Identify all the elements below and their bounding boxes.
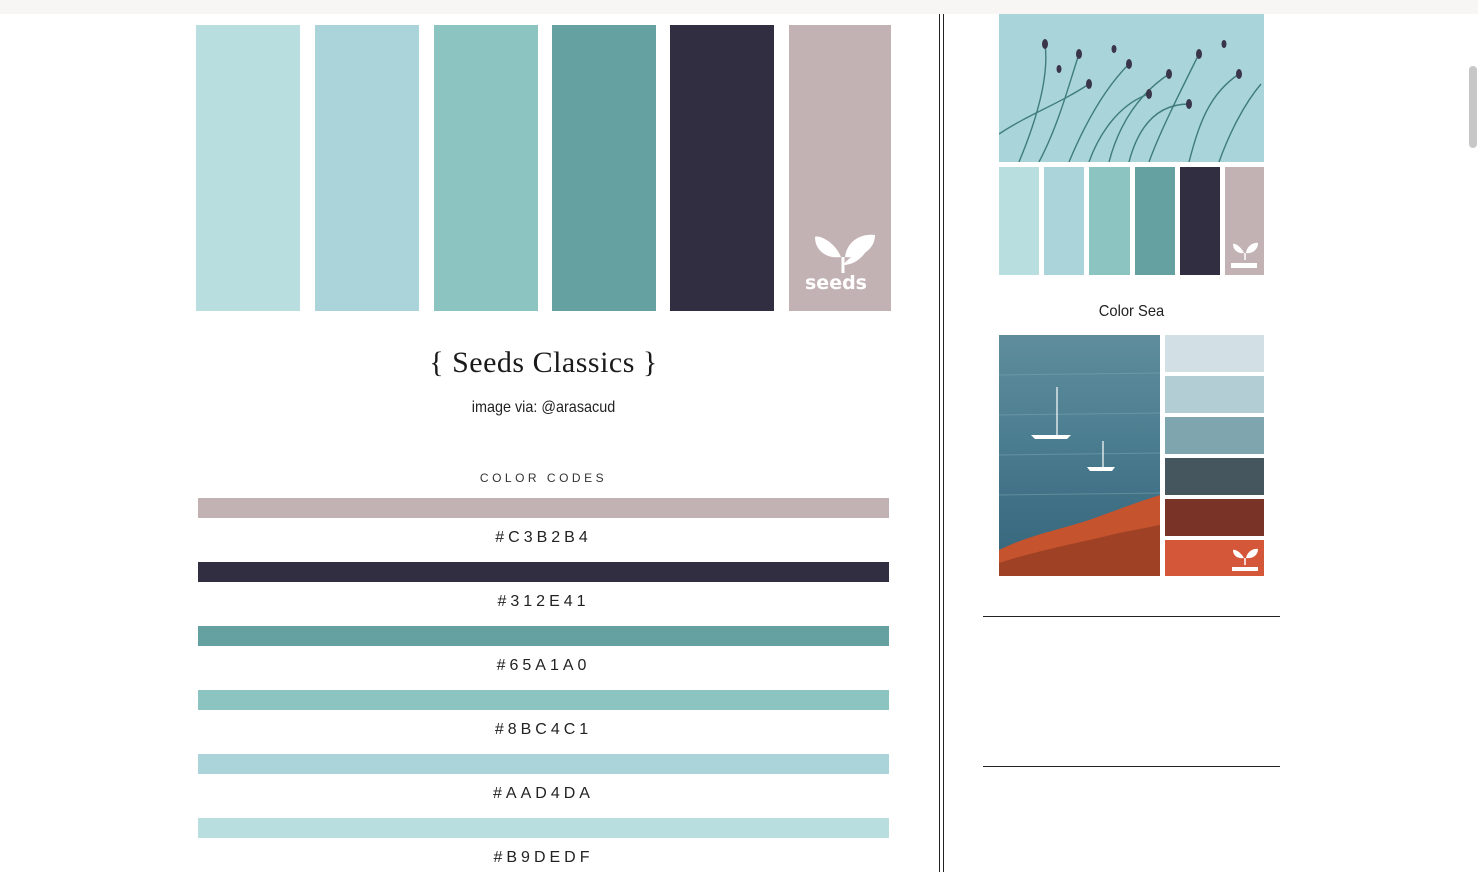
color-code-bar bbox=[198, 818, 889, 838]
mini-swatch bbox=[1089, 167, 1130, 275]
color-code-label: #AAD4DA bbox=[493, 785, 594, 802]
mini-swatch bbox=[1180, 167, 1220, 275]
seeds-logo-text: seeds bbox=[805, 272, 867, 293]
palette-swatch bbox=[434, 25, 538, 311]
post-title: { Seeds Classics } bbox=[429, 346, 658, 379]
sea-illustration bbox=[999, 372, 1160, 576]
sea-photo[interactable] bbox=[999, 335, 1160, 576]
mini-swatch bbox=[1044, 167, 1084, 275]
browser-top-strip bbox=[0, 0, 1478, 14]
palette-swatch bbox=[315, 25, 419, 311]
image-credit[interactable]: image via: @arasacud bbox=[231, 399, 857, 417]
mini-swatch bbox=[999, 167, 1039, 275]
color-code-bar bbox=[198, 690, 889, 710]
seeds-logo: seeds bbox=[805, 234, 875, 293]
color-code-bar bbox=[198, 498, 889, 518]
color-code-label: #C3B2B4 bbox=[495, 529, 592, 546]
palette-image[interactable]: seeds bbox=[196, 25, 891, 311]
color-code-label: #8BC4C1 bbox=[494, 721, 593, 738]
color-code-bar bbox=[198, 754, 889, 774]
palette-swatch bbox=[670, 25, 774, 311]
sea-swatch bbox=[1165, 335, 1264, 372]
sea-swatch bbox=[1165, 376, 1264, 413]
color-code-label: #312E41 bbox=[497, 593, 590, 610]
sidebar-separator bbox=[983, 616, 1280, 617]
palette-swatch: seeds bbox=[789, 25, 891, 311]
palette-swatch bbox=[552, 25, 656, 311]
color-code-bar bbox=[198, 626, 889, 646]
color-code-label: #65A1A0 bbox=[496, 657, 591, 674]
sea-swatch bbox=[1165, 540, 1264, 576]
color-code-label: #B9DEDF bbox=[493, 849, 594, 866]
seeds-mini-logo bbox=[1232, 548, 1258, 571]
color-codes-heading: COLOR CODES bbox=[479, 471, 608, 485]
grass-illustration bbox=[999, 39, 1262, 162]
sea-swatch bbox=[1165, 458, 1264, 495]
scrollbar-thumb[interactable] bbox=[1469, 66, 1477, 148]
sea-swatch bbox=[1165, 417, 1264, 454]
color-code-bar bbox=[198, 562, 889, 582]
card-title-color-sea[interactable]: Color Sea bbox=[1010, 303, 1254, 321]
mini-swatch bbox=[1135, 167, 1175, 275]
seeds-mini-logo bbox=[1231, 242, 1258, 268]
sidebar-separator bbox=[983, 766, 1280, 767]
mini-swatch bbox=[1225, 167, 1264, 275]
sidebar-divider-left bbox=[939, 14, 940, 872]
palette-swatch bbox=[196, 25, 300, 311]
sidebar-divider-right bbox=[943, 14, 944, 872]
sea-swatch bbox=[1165, 499, 1264, 536]
grass-photo[interactable] bbox=[999, 14, 1264, 162]
